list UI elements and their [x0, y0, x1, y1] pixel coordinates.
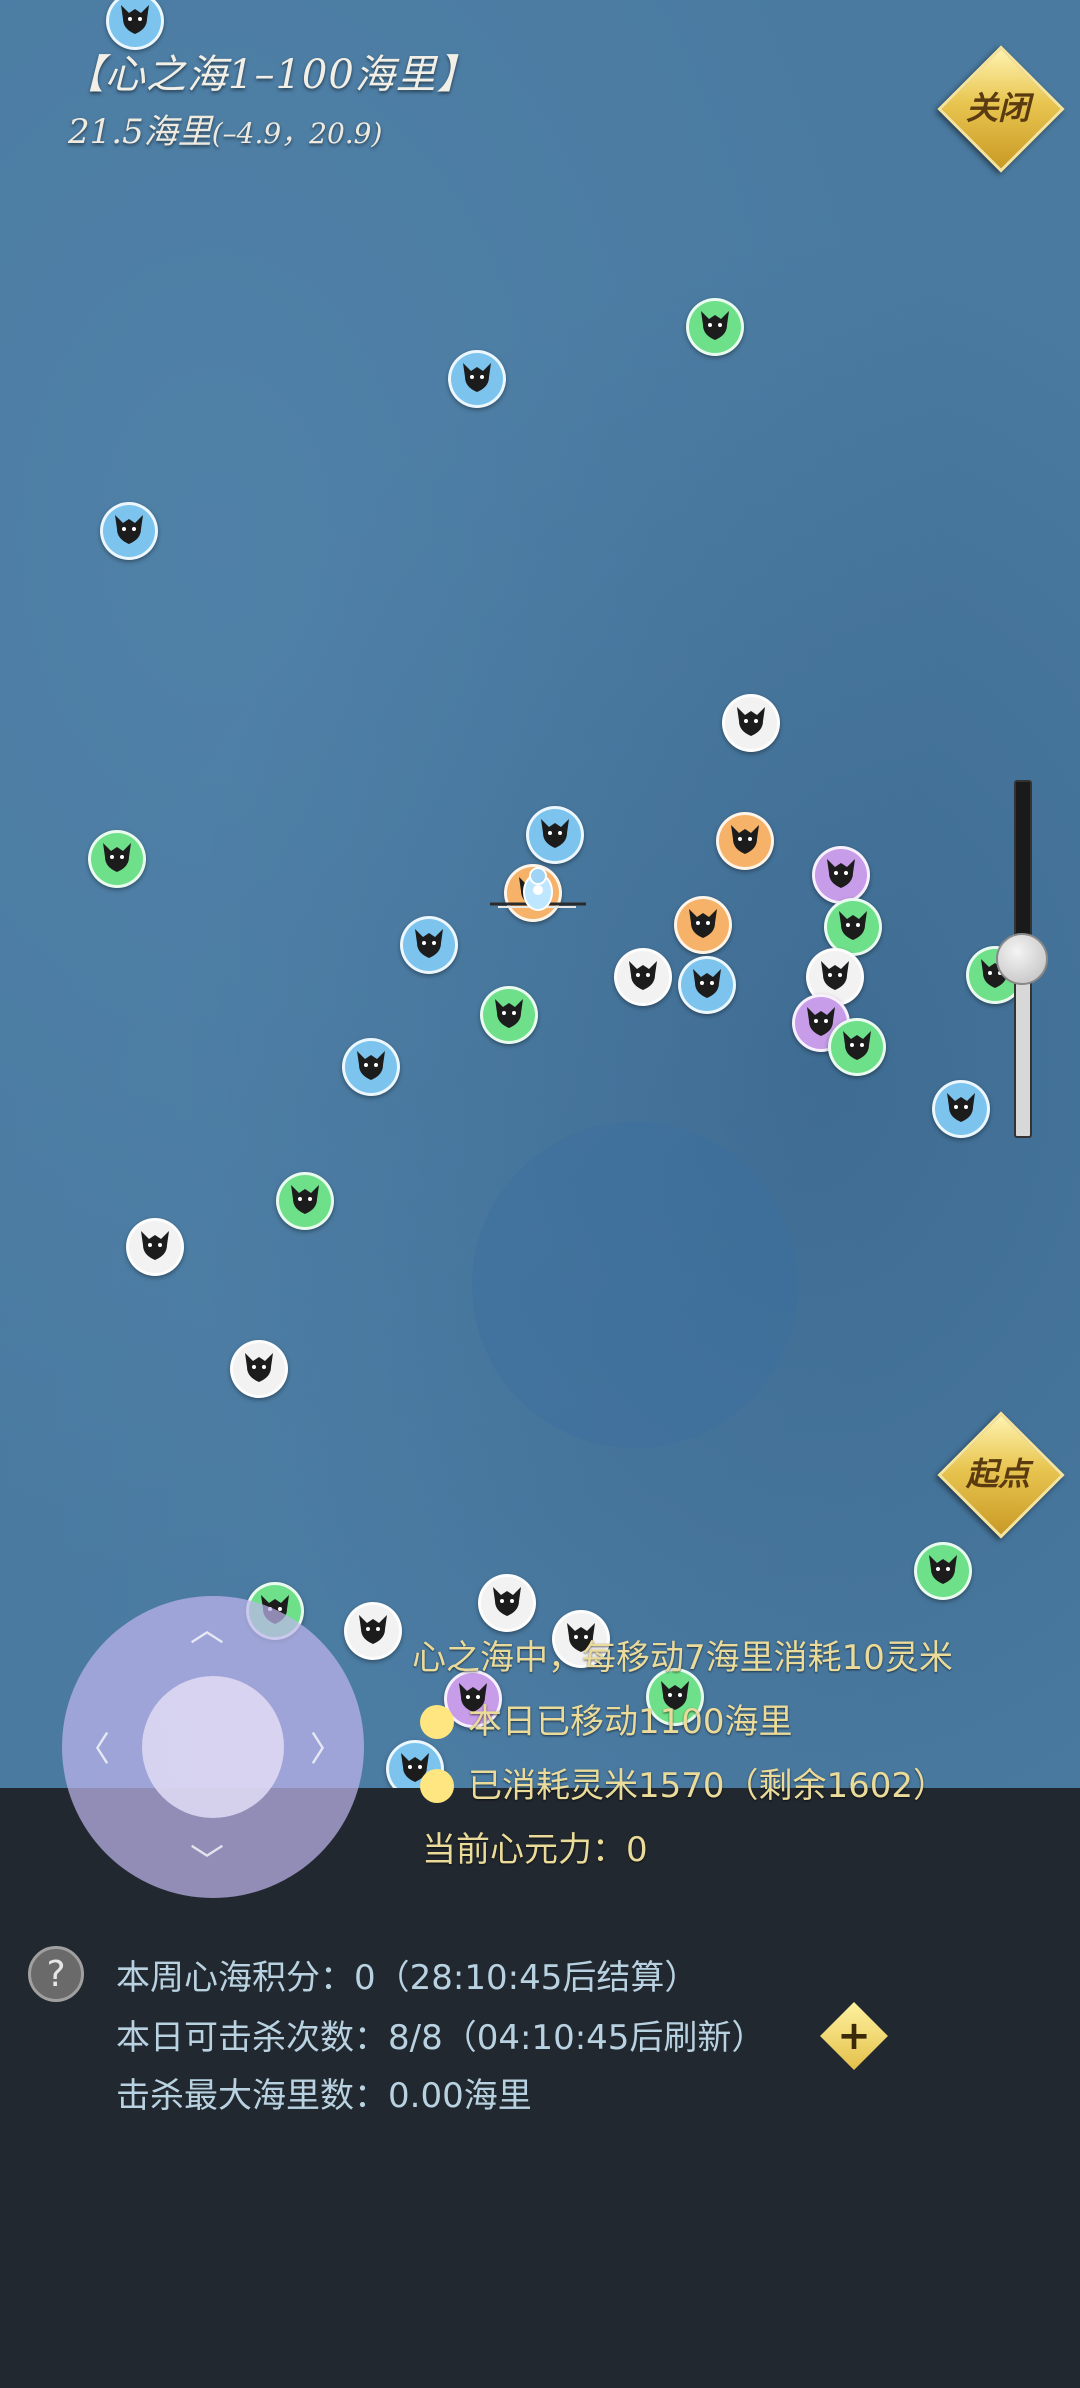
wolf-head-icon: [821, 853, 861, 897]
distance-value: 21.5海里: [68, 112, 212, 152]
monster-marker[interactable]: [342, 1038, 400, 1096]
monster-marker[interactable]: [230, 1340, 288, 1398]
monster-marker[interactable]: [932, 1080, 990, 1138]
wolf-head-icon: [285, 1179, 325, 1223]
monster-marker[interactable]: [480, 986, 538, 1044]
wolf-head-icon: [695, 305, 735, 349]
zoom-slider-thumb[interactable]: [996, 933, 1048, 985]
wolf-head-icon: [623, 955, 663, 999]
monster-marker[interactable]: [478, 1574, 536, 1632]
rice-consumed-line: 已消耗灵米1570（剩余1602）: [420, 1758, 947, 1807]
wolf-head-icon: [457, 357, 497, 401]
coordinate-value: (–4.9，20.9): [211, 117, 383, 150]
wolf-head-icon: [135, 1225, 175, 1269]
virtual-joystick[interactable]: ︿ ﹀ 〈 〉: [62, 1596, 364, 1898]
monster-marker[interactable]: [448, 350, 506, 408]
wolf-head-icon: [409, 923, 449, 967]
wolf-head-icon: [109, 509, 149, 553]
arrow-up-icon: ︿: [190, 1610, 224, 1650]
help-button[interactable]: ?: [28, 1946, 84, 2002]
monster-marker[interactable]: [100, 502, 158, 560]
origin-button[interactable]: 起点: [937, 1411, 1065, 1539]
map-focus-area: [472, 1122, 798, 1448]
monster-marker[interactable]: [88, 830, 146, 888]
move-cost-rule: 心之海中，每移动7海里消耗10灵米: [412, 1638, 953, 1678]
bullet-dot-icon: [420, 1705, 454, 1739]
origin-label: 起点: [965, 1455, 1030, 1493]
wolf-head-icon: [833, 905, 873, 949]
monster-marker[interactable]: [674, 896, 732, 954]
monster-marker[interactable]: [828, 1018, 886, 1076]
monster-marker[interactable]: [678, 956, 736, 1014]
monster-marker[interactable]: [812, 846, 870, 904]
monster-marker[interactable]: [344, 1602, 402, 1660]
monster-marker[interactable]: [276, 1172, 334, 1230]
wolf-head-icon: [941, 1087, 981, 1131]
player-avatar: [488, 852, 588, 922]
moved-today-text: 本日已移动1100海里: [468, 1702, 793, 1742]
wolf-head-icon: [97, 837, 137, 881]
monster-marker[interactable]: [126, 1218, 184, 1276]
weekly-score: 本周心海积分：0（28:10:45后结算）: [116, 1958, 699, 1998]
wolf-head-icon: [815, 955, 855, 999]
monster-marker[interactable]: [686, 298, 744, 356]
arrow-down-icon: ﹀: [190, 1842, 224, 1882]
max-distance: 击杀最大海里数：0.00海里: [116, 2076, 532, 2116]
kills-today: 本日可击杀次数：8/8（04:10:45后刷新）: [116, 2018, 766, 2058]
bullet-dot-icon: [420, 1769, 454, 1803]
add-kills-button[interactable]: +: [820, 2002, 888, 2070]
wolf-head-icon: [487, 1581, 527, 1625]
wolf-head-icon: [489, 993, 529, 1037]
wolf-head-icon: [239, 1347, 279, 1391]
monster-marker[interactable]: [722, 694, 780, 752]
close-button[interactable]: 关闭: [937, 45, 1065, 173]
wolf-head-icon: [535, 813, 575, 857]
position-readout: 21.5海里(–4.9，20.9): [68, 104, 382, 153]
wolf-head-icon: [725, 819, 765, 863]
wolf-head-icon: [683, 903, 723, 947]
monster-marker[interactable]: [716, 812, 774, 870]
arrow-left-icon: 〈: [76, 1730, 110, 1770]
wolf-head-icon: [351, 1045, 391, 1089]
wolf-head-icon: [923, 1549, 963, 1593]
monster-marker[interactable]: [914, 1542, 972, 1600]
arrow-right-icon: 〉: [310, 1730, 344, 1770]
monster-marker[interactable]: [614, 948, 672, 1006]
monster-marker[interactable]: [400, 916, 458, 974]
region-title: 【心之海1–100海里】: [64, 52, 478, 98]
close-label: 关闭: [965, 89, 1030, 127]
wolf-head-icon: [353, 1609, 393, 1653]
joystick-knob[interactable]: [142, 1676, 284, 1818]
wolf-head-icon: [837, 1025, 877, 1069]
plus-icon: +: [837, 2013, 871, 2059]
wolf-head-icon: [731, 701, 771, 745]
rice-consumed-text: 已消耗灵米1570（剩余1602）: [468, 1766, 948, 1806]
moved-today-line: 本日已移动1100海里: [420, 1694, 793, 1743]
wolf-head-icon: [115, 0, 155, 43]
heart-power-line: 当前心元力：0: [422, 1830, 648, 1870]
wolf-head-icon: [687, 963, 727, 1007]
